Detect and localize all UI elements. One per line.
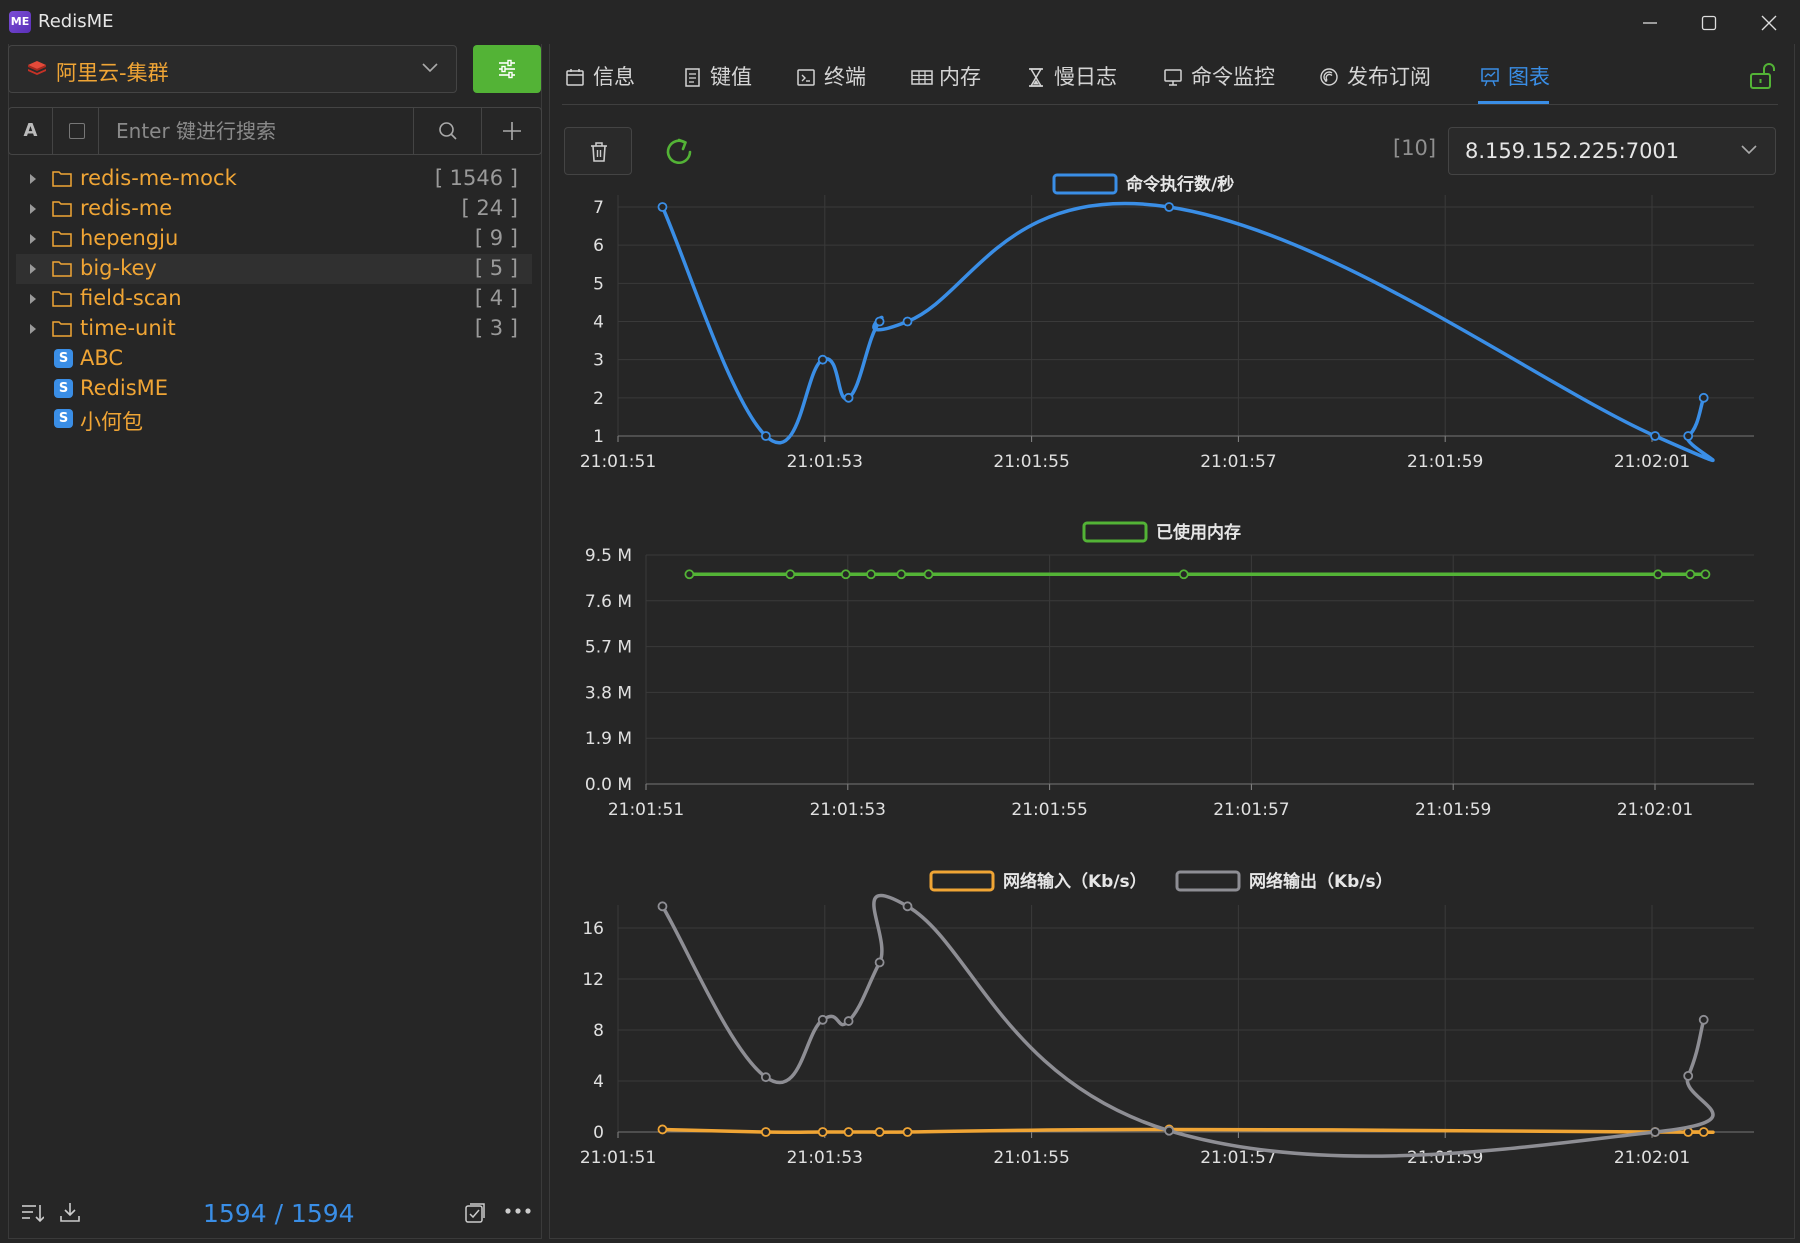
data-point xyxy=(896,569,907,580)
data-point xyxy=(684,569,695,580)
data-point xyxy=(760,431,771,441)
y-tick-label: 5.7 M xyxy=(585,638,632,658)
data-point xyxy=(840,569,851,580)
data-point xyxy=(1683,431,1694,441)
y-tick-label: 3 xyxy=(593,351,604,371)
data-point xyxy=(657,202,668,212)
y-tick-label: 1.9 M xyxy=(585,729,632,749)
x-tick-label: 21:01:51 xyxy=(580,1148,656,1168)
data-point xyxy=(657,901,668,912)
legend-label: 命令执行数/秒 xyxy=(1125,174,1234,195)
y-tick-label: 2 xyxy=(593,389,604,409)
data-point xyxy=(923,569,934,580)
data-point xyxy=(785,569,796,580)
y-tick-label: 9.5 M xyxy=(585,546,632,566)
legend-swatch xyxy=(1082,521,1148,543)
y-tick-label: 7 xyxy=(593,198,604,218)
series-line xyxy=(660,201,1715,463)
x-tick-label: 21:01:55 xyxy=(993,1148,1069,1168)
x-tick-label: 21:01:53 xyxy=(787,452,863,472)
x-tick-label: 21:01:55 xyxy=(993,452,1069,472)
data-point xyxy=(760,1127,771,1137)
y-tick-label: 16 xyxy=(582,919,604,939)
y-tick-label: 0 xyxy=(593,1123,604,1143)
data-point xyxy=(902,901,913,912)
x-tick-label: 21:01:53 xyxy=(787,1148,863,1168)
x-tick-label: 21:01:59 xyxy=(1415,800,1491,820)
data-point xyxy=(1698,1127,1709,1137)
data-point xyxy=(902,316,913,327)
data-point xyxy=(874,957,885,968)
data-point xyxy=(1178,569,1189,580)
data-point xyxy=(1650,431,1661,441)
data-point xyxy=(817,354,828,365)
legend-label: 已使用内存 xyxy=(1156,522,1241,543)
y-tick-label: 12 xyxy=(582,970,604,990)
data-point xyxy=(843,1127,854,1137)
x-tick-label: 21:01:55 xyxy=(1011,800,1087,820)
y-tick-label: 4 xyxy=(593,313,604,333)
data-point xyxy=(1700,569,1711,580)
y-tick-label: 0.0 M xyxy=(585,775,632,795)
x-tick-label: 21:01:51 xyxy=(580,452,656,472)
data-point xyxy=(866,569,876,580)
y-tick-label: 4 xyxy=(593,1072,604,1092)
data-point xyxy=(1653,569,1663,580)
y-tick-label: 8 xyxy=(593,1021,604,1041)
y-tick-label: 1 xyxy=(593,427,604,447)
data-point xyxy=(843,392,854,403)
data-point xyxy=(817,1127,828,1137)
data-point xyxy=(657,1124,668,1135)
data-point xyxy=(1650,1127,1661,1137)
y-tick-label: 3.8 M xyxy=(585,683,632,703)
data-point xyxy=(1685,569,1696,580)
charts-canvas: 123456721:01:51 21:01:53 21:01:55 21:01:57 2… xyxy=(580,173,1754,1168)
legend-label: 网络输出（Kb/s） xyxy=(1249,871,1393,892)
data-point xyxy=(1164,202,1175,212)
data-point xyxy=(874,1127,885,1137)
data-point xyxy=(1698,1014,1709,1025)
data-point xyxy=(817,1014,828,1025)
x-tick-label: 21:02:01 xyxy=(1617,800,1693,820)
x-tick-label: 21:01:57 xyxy=(1213,800,1289,820)
x-tick-label: 21:02:01 xyxy=(1614,452,1690,472)
data-point xyxy=(1698,392,1709,403)
legend-swatch xyxy=(929,870,995,892)
x-tick-label: 21:02:01 xyxy=(1614,1148,1690,1168)
x-tick-label: 21:01:57 xyxy=(1200,452,1276,472)
x-tick-label: 21:01:59 xyxy=(1407,452,1483,472)
y-tick-label: 6 xyxy=(593,236,604,256)
data-point xyxy=(1683,1071,1694,1081)
data-point xyxy=(902,1127,913,1137)
legend-swatch xyxy=(1052,173,1118,195)
x-tick-label: 21:01:53 xyxy=(810,800,886,820)
legend-label: 网络输入（Kb/s） xyxy=(1003,871,1147,892)
data-point xyxy=(760,1072,771,1083)
data-point xyxy=(874,316,885,327)
x-tick-label: 21:01:51 xyxy=(608,800,684,820)
data-point xyxy=(1164,1125,1175,1136)
legend-swatch xyxy=(1175,870,1241,892)
y-tick-label: 5 xyxy=(593,274,604,294)
series-line xyxy=(660,893,1715,1158)
data-point xyxy=(843,1016,854,1026)
y-tick-label: 7.6 M xyxy=(585,592,632,612)
